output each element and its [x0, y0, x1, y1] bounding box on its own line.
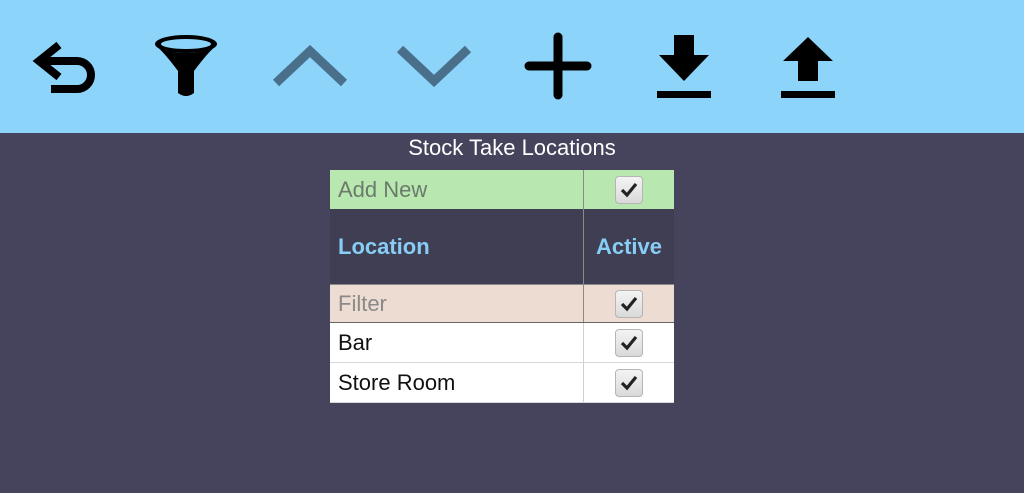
chevron-down-icon	[396, 45, 472, 88]
check-icon	[620, 296, 638, 311]
locations-table: Add New Location Active Filter Bar Store…	[330, 170, 674, 403]
check-icon	[620, 375, 638, 390]
chevron-up-icon	[272, 44, 348, 87]
check-icon	[620, 335, 638, 350]
toolbar	[0, 0, 1024, 133]
table-row[interactable]: Store Room	[330, 363, 674, 403]
column-header-location[interactable]: Location	[330, 209, 584, 284]
filter-button[interactable]	[146, 26, 226, 106]
location-cell[interactable]: Store Room	[330, 363, 584, 402]
download-button[interactable]	[644, 26, 724, 106]
move-up-button[interactable]	[270, 26, 350, 106]
upload-button[interactable]	[768, 26, 848, 106]
upload-icon	[781, 37, 835, 98]
undo-button[interactable]	[24, 26, 104, 106]
table-header: Location Active	[330, 209, 674, 284]
column-header-active[interactable]: Active	[584, 209, 674, 284]
filter-input[interactable]: Filter	[330, 285, 584, 322]
undo-icon	[32, 41, 95, 93]
plus-icon	[524, 32, 592, 100]
location-cell[interactable]: Bar	[330, 323, 584, 362]
add-new-input[interactable]: Add New	[330, 170, 584, 209]
active-checkbox[interactable]	[615, 328, 643, 357]
active-checkbox[interactable]	[615, 368, 643, 397]
filter-icon	[155, 35, 217, 96]
table-row[interactable]: Bar	[330, 323, 674, 363]
check-icon	[620, 182, 638, 197]
move-down-button[interactable]	[394, 26, 474, 106]
add-new-active-checkbox[interactable]	[615, 175, 643, 204]
add-new-row: Add New	[330, 170, 674, 209]
filter-row: Filter	[330, 284, 674, 323]
add-button[interactable]	[518, 26, 598, 106]
filter-active-checkbox[interactable]	[615, 289, 643, 318]
download-icon	[657, 35, 711, 98]
page-title: Stock Take Locations	[408, 135, 616, 160]
